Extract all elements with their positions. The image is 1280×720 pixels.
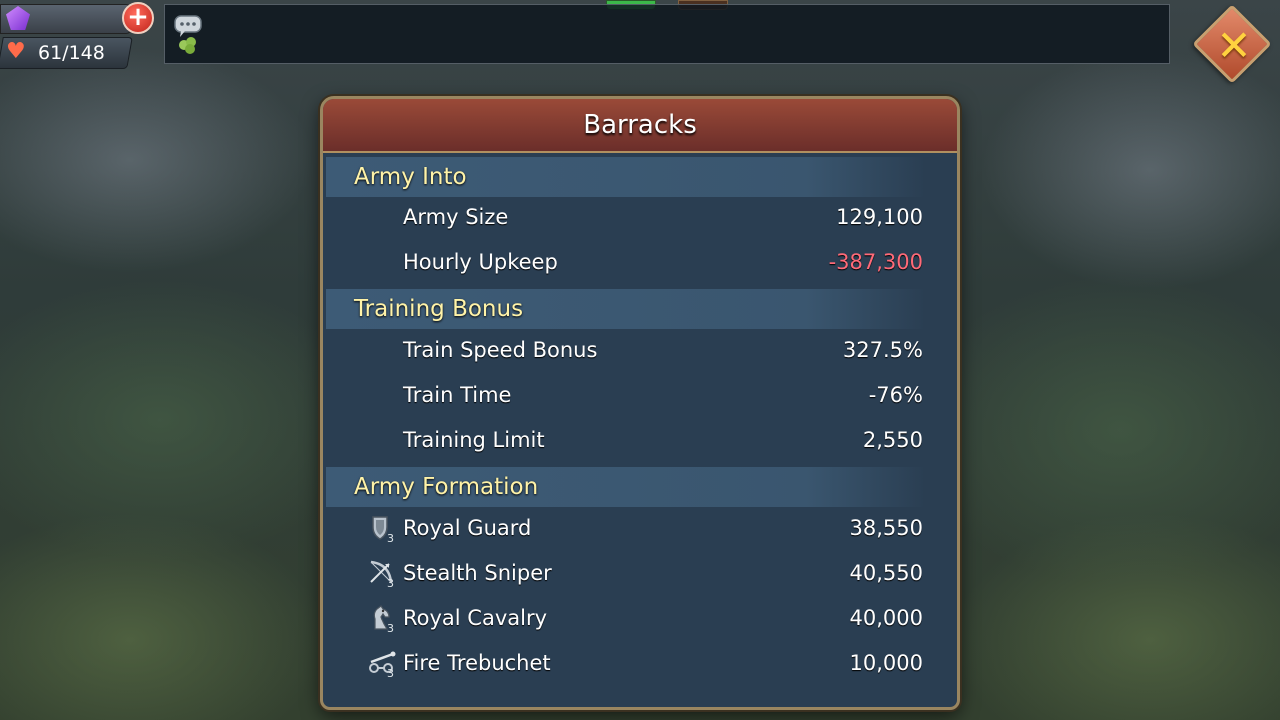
- stat-label: Hourly Upkeep: [403, 250, 558, 274]
- stat-label: Train Speed Bonus: [403, 338, 598, 362]
- close-icon: ✕: [1216, 21, 1252, 70]
- heart-icon: ♥: [6, 39, 26, 64]
- bow-tier3-icon: 3: [370, 560, 394, 588]
- close-button[interactable]: ✕: [1192, 4, 1274, 86]
- troop-row-stealth-sniper: 3 Stealth Sniper 40,550: [323, 553, 957, 593]
- troop-count: 40,000: [849, 606, 923, 630]
- barracks-panel: Barracks Army Into Army Size 129,100 Hou…: [320, 96, 960, 710]
- section-army-formation: Army Formation: [326, 467, 926, 507]
- stamina-value: 61/148: [38, 42, 105, 64]
- troop-count: 40,550: [849, 561, 923, 585]
- stat-value: 2,550: [862, 428, 923, 452]
- panel-title: Barracks: [583, 110, 697, 140]
- section-heading: Army Into: [354, 164, 467, 190]
- chat-icon[interactable]: [173, 13, 203, 55]
- troop-label: Fire Trebuchet: [403, 651, 551, 675]
- troop-row-royal-guard: 3 Royal Guard 38,550: [323, 508, 957, 548]
- troop-count: 10,000: [849, 651, 923, 675]
- stat-value: 129,100: [836, 205, 923, 229]
- horse-tier3-icon: 3: [373, 605, 394, 633]
- trebuchet-tier3-icon: 3: [369, 651, 396, 678]
- stat-row-train-time: Train Time -76%: [323, 375, 957, 415]
- stat-label: Train Time: [403, 383, 512, 407]
- stat-label: Training Limit: [403, 428, 545, 452]
- stat-row-training-limit: Training Limit 2,550: [323, 420, 957, 460]
- troop-count: 38,550: [849, 516, 923, 540]
- stat-value: 327.5%: [842, 338, 923, 362]
- troop-label: Royal Guard: [403, 516, 532, 540]
- stat-value: -387,300: [828, 250, 923, 274]
- stat-row-army-size: Army Size 129,100: [323, 197, 957, 237]
- shield-tier3-icon: 3: [372, 516, 394, 543]
- player-resources: + ♥ 61/148: [0, 0, 160, 70]
- svg-text:3: 3: [387, 667, 394, 678]
- svg-text:3: 3: [387, 577, 394, 588]
- chat-bar[interactable]: [164, 4, 1170, 64]
- troop-row-royal-cavalry: 3 Royal Cavalry 40,000: [323, 598, 957, 638]
- section-heading: Army Formation: [354, 474, 539, 500]
- svg-text:3: 3: [387, 622, 394, 633]
- section-training-bonus: Training Bonus: [326, 289, 926, 329]
- stat-row-hourly-upkeep: Hourly Upkeep -387,300: [323, 242, 957, 282]
- add-gems-button[interactable]: +: [122, 2, 154, 34]
- troop-row-fire-trebuchet: 3 Fire Trebuchet 10,000: [323, 643, 957, 683]
- stat-value: -76%: [868, 383, 923, 407]
- section-heading: Training Bonus: [354, 296, 524, 322]
- section-army-info: Army Into: [326, 157, 926, 197]
- svg-text:3: 3: [387, 532, 394, 543]
- troop-label: Stealth Sniper: [403, 561, 552, 585]
- stat-row-train-speed-bonus: Train Speed Bonus 327.5%: [323, 330, 957, 370]
- stat-label: Army Size: [403, 205, 509, 229]
- troop-label: Royal Cavalry: [403, 606, 548, 630]
